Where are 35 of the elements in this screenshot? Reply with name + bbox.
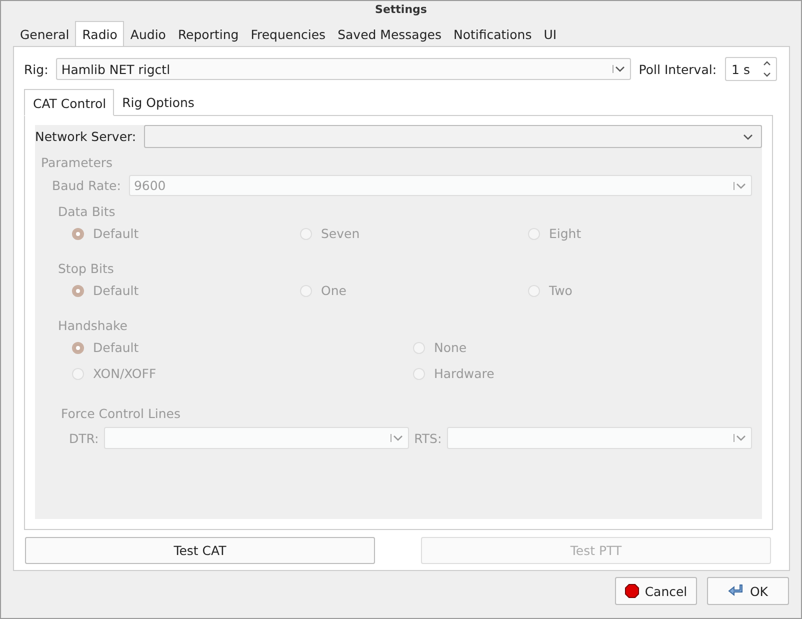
chevron-down-icon xyxy=(612,65,626,73)
chevron-down-icon xyxy=(733,182,747,190)
rts-label: RTS: xyxy=(414,430,442,446)
tab[interactable]: Notifications xyxy=(447,24,538,46)
chevron-down-icon xyxy=(733,434,747,442)
tab[interactable]: Rig Options xyxy=(114,89,202,115)
group-title: Stop Bits xyxy=(58,261,115,276)
tab[interactable]: Reporting xyxy=(172,24,245,46)
group-title: Force Control Lines xyxy=(60,406,182,421)
group-title: Parameters xyxy=(41,155,114,170)
ok-button[interactable]: OK xyxy=(707,577,789,605)
poll-interval-label: Poll Interval: xyxy=(638,62,717,76)
tab[interactable]: CAT Control xyxy=(24,89,114,116)
chevron-down-icon xyxy=(390,434,404,442)
dtr-label: DTR: xyxy=(69,430,99,446)
group-title: Handshake xyxy=(58,318,128,333)
cancel-button[interactable]: Cancel xyxy=(615,577,697,605)
window-title: Settings xyxy=(374,2,428,18)
rig-dropdown[interactable]: Hamlib NET rigctl xyxy=(56,58,631,80)
test-button[interactable]: Test CAT xyxy=(25,537,375,564)
return-arrow-icon xyxy=(728,584,744,598)
tab[interactable]: Audio xyxy=(124,24,172,46)
rig-label: Rig: xyxy=(24,62,48,76)
tab[interactable]: Frequencies xyxy=(244,24,332,46)
stop-icon xyxy=(624,584,639,598)
tab[interactable]: Radio xyxy=(75,21,124,47)
tab[interactable]: UI xyxy=(538,24,563,46)
network-server-label: Network Server: xyxy=(35,129,136,144)
baud-rate-label: Baud Rate: xyxy=(52,178,121,193)
chevron-down-icon xyxy=(743,132,753,140)
group-title: Data Bits xyxy=(58,204,116,219)
tab[interactable]: General xyxy=(14,24,76,46)
tab[interactable]: Saved Messages xyxy=(332,24,448,46)
poll-interval-spinbox[interactable]: 1 s xyxy=(724,57,777,81)
network-server-dropdown[interactable] xyxy=(144,125,762,148)
